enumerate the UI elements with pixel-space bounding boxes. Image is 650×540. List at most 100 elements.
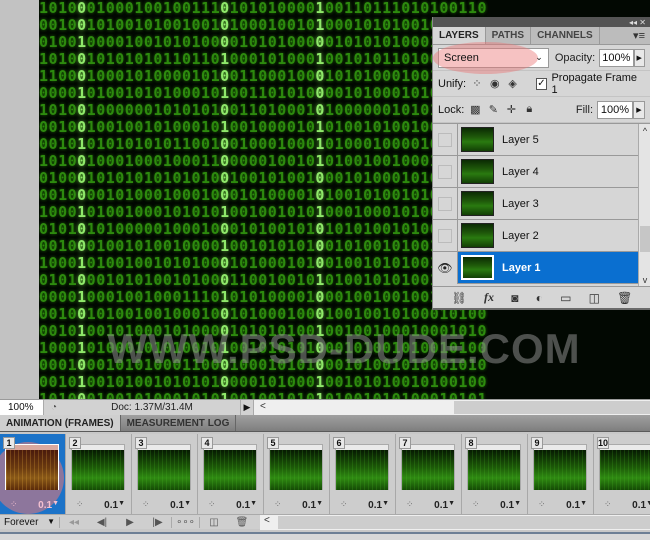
status-menu-arrow[interactable]: ▶ (240, 400, 254, 415)
lock-position-icon[interactable]: ✛ (504, 103, 518, 117)
frame-disposal-icon[interactable]: ⁘ (10, 499, 18, 510)
visibility-toggle[interactable] (433, 219, 458, 252)
unify-position-icon[interactable]: ⁘ (470, 77, 484, 91)
layer-thumbnail (461, 191, 494, 216)
frames-horizontal-scrollbar[interactable]: < (260, 514, 650, 530)
frame-delay-select[interactable]: 0.1▼ (434, 500, 455, 511)
new-group-icon[interactable]: ▭ (560, 291, 571, 305)
frame-delay-select[interactable]: 0.1▼ (500, 500, 521, 511)
fill-slider-button[interactable]: ▶ (633, 100, 645, 119)
frame-disposal-icon[interactable]: ⁘ (538, 499, 546, 510)
visibility-toggle[interactable] (433, 187, 458, 220)
adjustment-layer-icon[interactable]: ◐ (536, 291, 543, 305)
frame-selected[interactable]: 1 ⁘ 0.1▼ (0, 434, 66, 514)
canvas-horizontal-scrollbar[interactable]: < (254, 400, 650, 415)
frame[interactable]: 6 ⁘ 0.1▼ (330, 434, 396, 514)
layer-row-selected[interactable]: 👁︎ Layer 1 (433, 251, 638, 284)
chevron-down-icon: ▼ (448, 500, 455, 507)
frame[interactable]: 10 ⁘ 0.1▼ (594, 434, 650, 514)
fx-icon[interactable]: fx (484, 290, 494, 305)
visibility-toggle[interactable] (433, 155, 458, 188)
frame-disposal-icon[interactable]: ⁘ (208, 499, 216, 510)
fill-input[interactable]: 100% (597, 100, 633, 119)
layer-row[interactable]: Layer 5 (433, 124, 638, 156)
loop-options-select[interactable]: Forever ▼ (0, 516, 60, 528)
frame-thumbnail (599, 444, 650, 490)
visibility-toggle[interactable] (433, 124, 458, 156)
new-layer-icon[interactable]: ◫ (589, 291, 600, 305)
link-layers-icon[interactable]: ⛓ (452, 291, 467, 305)
frame[interactable]: 2 ⁘ 0.1▼ (66, 434, 132, 514)
frame-delay-select[interactable]: 0.1▼ (566, 500, 587, 511)
frame-disposal-icon[interactable]: ⁘ (604, 499, 612, 510)
status-bar: 100% ◔ Doc: 1.37M/31.4M ▶ < (0, 399, 650, 415)
layer-name: Layer 1 (502, 261, 541, 274)
tab-channels[interactable]: CHANNELS (531, 27, 600, 44)
collapse-icon[interactable]: ◂◂ ✕ (629, 18, 646, 27)
frame[interactable]: 3 ⁘ 0.1▼ (132, 434, 198, 514)
panel-bottom-edge (0, 532, 650, 540)
tab-animation-frames[interactable]: ANIMATION (FRAMES) (0, 415, 121, 431)
scrollbar-thumb[interactable] (640, 226, 650, 252)
scroll-left-icon[interactable]: < (260, 401, 266, 412)
visibility-toggle[interactable]: 👁︎ (433, 251, 458, 284)
status-info-icon[interactable]: ◔ (44, 402, 64, 413)
scrollbar-track[interactable] (278, 515, 650, 529)
frame-disposal-icon[interactable]: ⁘ (274, 499, 282, 510)
frame-disposal-icon[interactable]: ⁘ (472, 499, 480, 510)
frame-delay-select[interactable]: 0.1▼ (38, 500, 59, 511)
animation-panel-tabs: ANIMATION (FRAMES) MEASUREMENT LOG (0, 415, 650, 432)
frame-delay-select[interactable]: 0.1▼ (104, 500, 125, 511)
unify-visibility-icon[interactable]: ◉ (488, 77, 502, 91)
frame-number: 8 (465, 437, 477, 449)
propagate-checkbox[interactable]: ✓ (535, 77, 548, 90)
frame-thumbnail (335, 444, 389, 490)
frame-delay-select[interactable]: 0.1▼ (302, 500, 323, 511)
lock-pixels-icon[interactable]: ✎ (486, 103, 500, 117)
opacity-input[interactable]: 100% (599, 48, 634, 67)
lock-transparency-icon[interactable]: ▩ (468, 103, 482, 117)
frame-thumbnail (401, 444, 455, 490)
frame-delay-select[interactable]: 0.1▼ (170, 500, 191, 511)
tween-icon[interactable]: ∘∘∘ (172, 516, 200, 528)
delete-icon[interactable]: 🗑︎ (617, 291, 632, 305)
scroll-up-icon[interactable]: ^ (639, 126, 650, 136)
scrollbar-track[interactable] (454, 401, 650, 414)
unify-style-icon[interactable]: ◈ (506, 77, 520, 91)
frame[interactable]: 8 ⁘ 0.1▼ (462, 434, 528, 514)
first-frame-icon[interactable]: ◂◂ (60, 517, 88, 528)
blend-mode-select[interactable]: Screen ⌄ (433, 41, 549, 74)
frame-delay-select[interactable]: 0.1▼ (368, 500, 389, 511)
tab-measurement-log[interactable]: MEASUREMENT LOG (121, 415, 237, 431)
layer-row[interactable]: Layer 3 (433, 187, 638, 220)
frame[interactable]: 4 ⁘ 0.1▼ (198, 434, 264, 514)
frame-disposal-icon[interactable]: ⁘ (142, 499, 150, 510)
lock-all-icon[interactable]: 🔒︎ (522, 103, 536, 117)
duplicate-frame-icon[interactable]: ◫ (200, 517, 228, 528)
frame-delay-select[interactable]: 0.1▼ (632, 500, 650, 511)
frame-disposal-icon[interactable]: ⁘ (76, 499, 84, 510)
panel-menu-icon[interactable]: ▾≡ (628, 27, 650, 44)
binary-row: 1010001000100100111010101000010011011101… (39, 0, 487, 17)
chevron-down-icon: ▼ (514, 500, 521, 507)
frame-disposal-icon[interactable]: ⁘ (340, 499, 348, 510)
frame-image (6, 450, 58, 490)
scroll-left-icon[interactable]: < (264, 515, 270, 526)
opacity-slider-button[interactable]: ▶ (633, 48, 645, 67)
layers-scrollbar[interactable]: ^ v (638, 124, 650, 286)
play-icon[interactable]: ▶ (116, 517, 144, 528)
next-frame-icon[interactable]: |▶ (144, 516, 172, 528)
frame-thumbnail (71, 444, 125, 490)
layer-row[interactable]: Layer 4 (433, 155, 638, 188)
frame[interactable]: 5 ⁘ 0.1▼ (264, 434, 330, 514)
zoom-level-input[interactable]: 100% (0, 400, 44, 415)
previous-frame-icon[interactable]: ◀| (88, 517, 116, 528)
scroll-down-icon[interactable]: v (639, 275, 650, 285)
frame-delay-select[interactable]: 0.1▼ (236, 500, 257, 511)
frame[interactable]: 7 ⁘ 0.1▼ (396, 434, 462, 514)
frame-disposal-icon[interactable]: ⁘ (406, 499, 414, 510)
delete-frame-icon[interactable]: 🗑︎ (228, 517, 256, 528)
frame[interactable]: 9 ⁘ 0.1▼ (528, 434, 594, 514)
layer-row[interactable]: Layer 2 (433, 219, 638, 252)
add-mask-icon[interactable]: ◙ (511, 291, 518, 305)
